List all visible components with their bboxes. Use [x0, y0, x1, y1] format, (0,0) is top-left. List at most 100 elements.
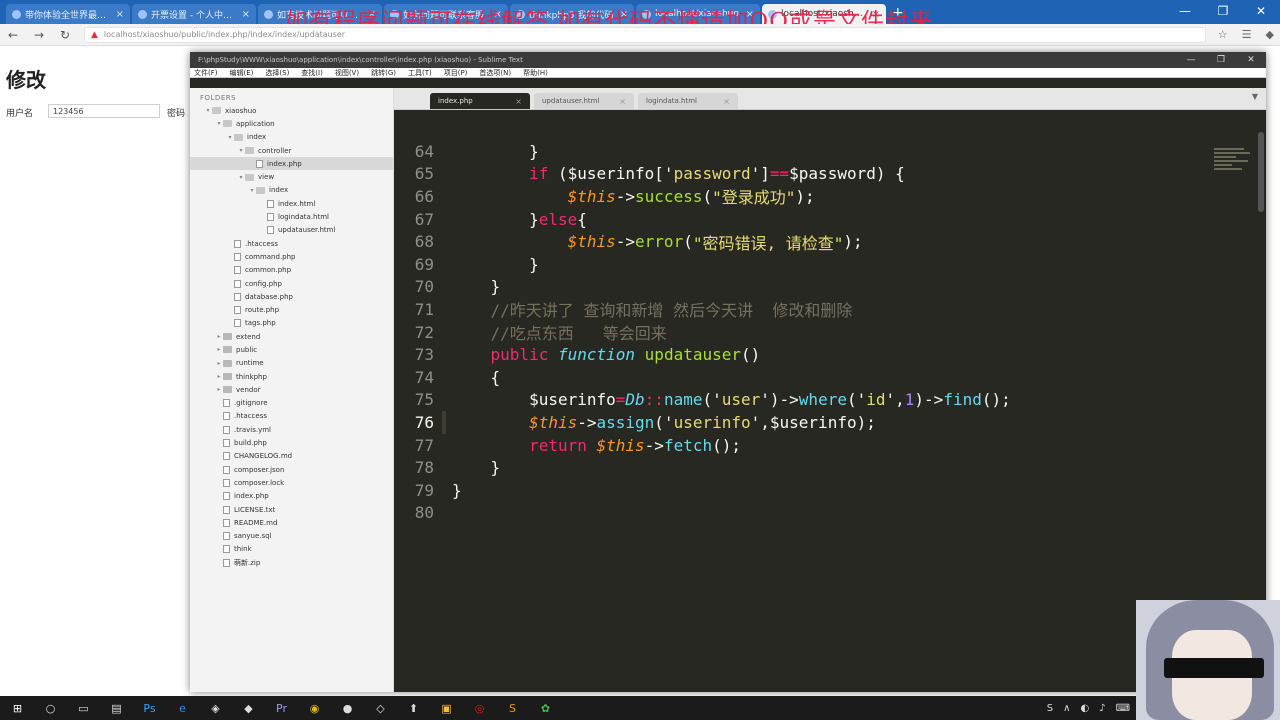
tree-item[interactable]: index.php	[190, 157, 393, 171]
close-button[interactable]: ✕	[1242, 0, 1280, 24]
search-icon[interactable]: ○	[41, 699, 60, 718]
menu-item[interactable]: 首选项(N)	[479, 68, 511, 78]
netease-music-icon[interactable]: ◎	[470, 699, 489, 718]
windows-icon[interactable]: ⊞	[8, 699, 27, 718]
menu-item[interactable]: 文件(F)	[194, 68, 218, 78]
tree-item[interactable]: ▸ runtime	[190, 357, 393, 370]
tree-item[interactable]: ▸ public	[190, 343, 393, 356]
folder-icon[interactable]: ▣	[437, 699, 456, 718]
tree-item[interactable]: sanyue.sql	[190, 530, 393, 543]
menu-item[interactable]: 选择(S)	[265, 68, 289, 78]
tree-item[interactable]: .travis.yml	[190, 423, 393, 436]
tree-item[interactable]: config.php	[190, 277, 393, 290]
wechat-icon[interactable]: ✿	[536, 699, 555, 718]
tree-item[interactable]: ▸ vendor	[190, 383, 393, 396]
tray-icon[interactable]: ∧	[1063, 703, 1070, 714]
star-icon[interactable]: ☆	[1218, 28, 1228, 41]
tree-item[interactable]: index.html	[190, 197, 393, 210]
code-token: return	[452, 435, 587, 455]
tree-item[interactable]: database.php	[190, 290, 393, 303]
tree-item[interactable]: CHANGELOG.md	[190, 450, 393, 463]
tree-item[interactable]: updatauser.html	[190, 224, 393, 237]
tree-item[interactable]: .htaccess	[190, 410, 393, 423]
line-number: 64	[414, 141, 434, 161]
menu-item[interactable]: 项目(P)	[444, 68, 468, 78]
tree-item[interactable]: logindata.html	[190, 210, 393, 223]
chrome-icon[interactable]: ◉	[305, 699, 324, 718]
edge-icon[interactable]: e	[173, 699, 192, 718]
tree-item-label: index.html	[278, 199, 316, 208]
tree-item[interactable]: common.php	[190, 264, 393, 277]
tree-item[interactable]: README.md	[190, 516, 393, 529]
minimize-button[interactable]: —	[1166, 0, 1204, 24]
editor-maximize-button[interactable]: ❐	[1206, 55, 1236, 65]
menu-item[interactable]: 视图(V)	[335, 68, 359, 78]
tree-item[interactable]: tags.php	[190, 317, 393, 330]
address-bar[interactable]: ▲ localhost/xiaoshuo/public/index.php/in…	[84, 26, 1206, 43]
editor-tab[interactable]: index.php ×	[430, 93, 530, 109]
reload-icon[interactable]: ↻	[58, 28, 72, 42]
tree-item[interactable]: index.php	[190, 490, 393, 503]
tree-item[interactable]: command.php	[190, 250, 393, 263]
tree-item[interactable]: composer.json	[190, 463, 393, 476]
shield-icon[interactable]: ◈	[206, 699, 225, 718]
tree-item[interactable]: build.php	[190, 436, 393, 449]
tray-icon[interactable]: ⌨	[1116, 703, 1130, 714]
menu-item[interactable]: 查找(I)	[301, 68, 323, 78]
tab-dropdown-icon[interactable]: ▼	[1252, 92, 1258, 101]
menu-icon[interactable]: ☰	[1242, 28, 1252, 41]
tree-item[interactable]: composer.lock	[190, 476, 393, 489]
tree-item[interactable]: ▾ index	[190, 184, 393, 197]
file-explorer-icon[interactable]: ▤	[107, 699, 126, 718]
close-tab-icon[interactable]: ×	[619, 97, 626, 106]
back-icon[interactable]: ←	[6, 28, 20, 42]
close-tab-icon[interactable]: ×	[515, 97, 522, 106]
tree-item[interactable]: think	[190, 543, 393, 556]
code-line: 70 }	[394, 276, 1266, 299]
tree-item[interactable]: ▾ controller	[190, 144, 393, 157]
extension-icon[interactable]: ◆	[1266, 28, 1274, 41]
browser-icon[interactable]: ●	[338, 699, 357, 718]
editor-tab[interactable]: logindata.html ×	[638, 93, 738, 109]
maximize-button[interactable]: ❐	[1204, 0, 1242, 24]
close-tab-icon[interactable]: ×	[242, 9, 250, 20]
app-icon[interactable]: ◆	[239, 699, 258, 718]
editor-tab[interactable]: updatauser.html ×	[534, 93, 634, 109]
menu-item[interactable]: 帮助(H)	[523, 68, 548, 78]
tree-item[interactable]: ▸ extend	[190, 330, 393, 343]
premiere-icon[interactable]: Pr	[272, 699, 291, 718]
tray-icon[interactable]: ◐	[1080, 703, 1089, 714]
tree-item[interactable]: ▸ thinkphp	[190, 370, 393, 383]
tray-icon[interactable]: ♪	[1099, 703, 1105, 714]
sublime-icon[interactable]: ⬆	[404, 699, 423, 718]
menu-item[interactable]: 跳转(G)	[371, 68, 396, 78]
tree-item[interactable]: ▾ xiaoshuo	[190, 104, 393, 117]
close-tab-icon[interactable]: ×	[116, 9, 124, 20]
tree-item[interactable]: .htaccess	[190, 237, 393, 250]
tree-item[interactable]: .gitignore	[190, 397, 393, 410]
tray-icon[interactable]: S	[1047, 703, 1053, 714]
tree-item[interactable]: ▾ application	[190, 117, 393, 130]
tree-item[interactable]: route.php	[190, 303, 393, 316]
sublime-text-icon[interactable]: S	[503, 699, 522, 718]
forward-icon[interactable]: →	[32, 28, 46, 42]
close-tab-icon[interactable]: ×	[723, 97, 730, 106]
photoshop-icon[interactable]: Ps	[140, 699, 159, 718]
menu-item[interactable]: 工具(T)	[408, 68, 432, 78]
tree-item[interactable]: LICENSE.txt	[190, 503, 393, 516]
tree-item[interactable]: 萌新.zip	[190, 556, 393, 569]
menu-item[interactable]: 编辑(E)	[230, 68, 254, 78]
editor-close-button[interactable]: ✕	[1236, 55, 1266, 65]
tree-item[interactable]: ▾ index	[190, 131, 393, 144]
code-area[interactable]: 64 } 65 if ($userinfo[' password '] == $passw…	[394, 140, 1266, 524]
tree-item[interactable]: ▾ view	[190, 170, 393, 183]
editor-minimize-button[interactable]: —	[1176, 55, 1206, 65]
file-sidebar: FOLDERS ▾ xiaoshuo ▾ application ▾ index ▾ cont…	[190, 88, 394, 692]
browser-tab[interactable]: 开票设置 - 个人中心 - ×	[132, 4, 256, 24]
task-view-icon[interactable]: ▭	[74, 699, 93, 718]
cube-icon[interactable]: ◇	[371, 699, 390, 718]
favicon-icon	[264, 9, 273, 19]
code-token: error	[635, 232, 684, 252]
browser-tab[interactable]: 带你体验全世界最好玩 ×	[6, 4, 130, 24]
username-field[interactable]: 123456	[48, 104, 160, 118]
